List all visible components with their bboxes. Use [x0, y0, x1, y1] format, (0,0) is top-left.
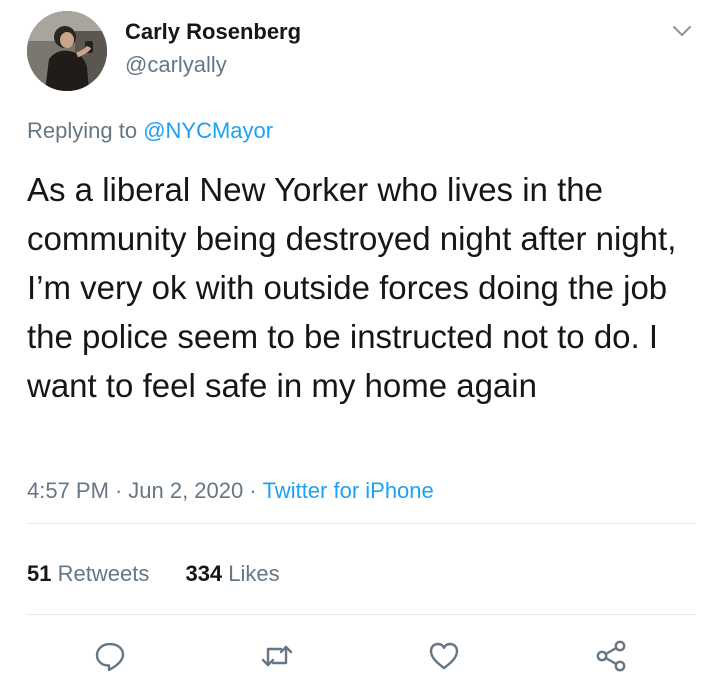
like-icon	[429, 642, 459, 670]
tweet-text: As a liberal New Yorker who lives in the…	[27, 171, 677, 404]
share-button[interactable]	[593, 638, 629, 674]
tweet-menu-button[interactable]	[667, 16, 697, 46]
retweets-count: 51	[27, 561, 52, 586]
reply-button[interactable]	[92, 638, 128, 674]
tweet-date[interactable]: Jun 2, 2020	[128, 478, 243, 503]
chevron-down-icon	[673, 26, 691, 36]
likes-label: Likes	[228, 561, 280, 586]
likes-stat[interactable]: 334 Likes	[185, 561, 279, 587]
share-icon	[596, 640, 626, 672]
retweet-icon	[261, 645, 293, 667]
meta-separator: ·	[249, 478, 257, 503]
tweet-time[interactable]: 4:57 PM	[27, 478, 109, 503]
tweet-meta: 4:57 PM · Jun 2, 2020 · Twitter for iPhone	[27, 478, 434, 504]
tweet-source-link[interactable]: Twitter for iPhone	[263, 478, 434, 503]
divider	[27, 614, 695, 615]
retweets-stat[interactable]: 51 Retweets	[27, 561, 149, 587]
mention-link[interactable]: @NYCMayor	[143, 118, 273, 143]
tweet-stats: 51 Retweets 334 Likes	[27, 561, 280, 587]
retweets-label: Retweets	[57, 561, 150, 586]
avatar[interactable]	[27, 11, 107, 91]
like-button[interactable]	[426, 638, 462, 674]
divider	[27, 523, 695, 524]
user-handle[interactable]: @carlyally	[125, 52, 227, 78]
likes-count: 334	[185, 561, 223, 586]
replying-to: Replying to @NYCMayor	[27, 118, 273, 144]
display-name[interactable]: Carly Rosenberg	[125, 19, 301, 45]
retweet-button[interactable]	[259, 638, 295, 674]
meta-separator: ·	[114, 478, 123, 503]
profile-photo-icon	[27, 11, 107, 91]
reply-icon	[95, 642, 125, 672]
replying-to-label: Replying to	[27, 118, 138, 143]
